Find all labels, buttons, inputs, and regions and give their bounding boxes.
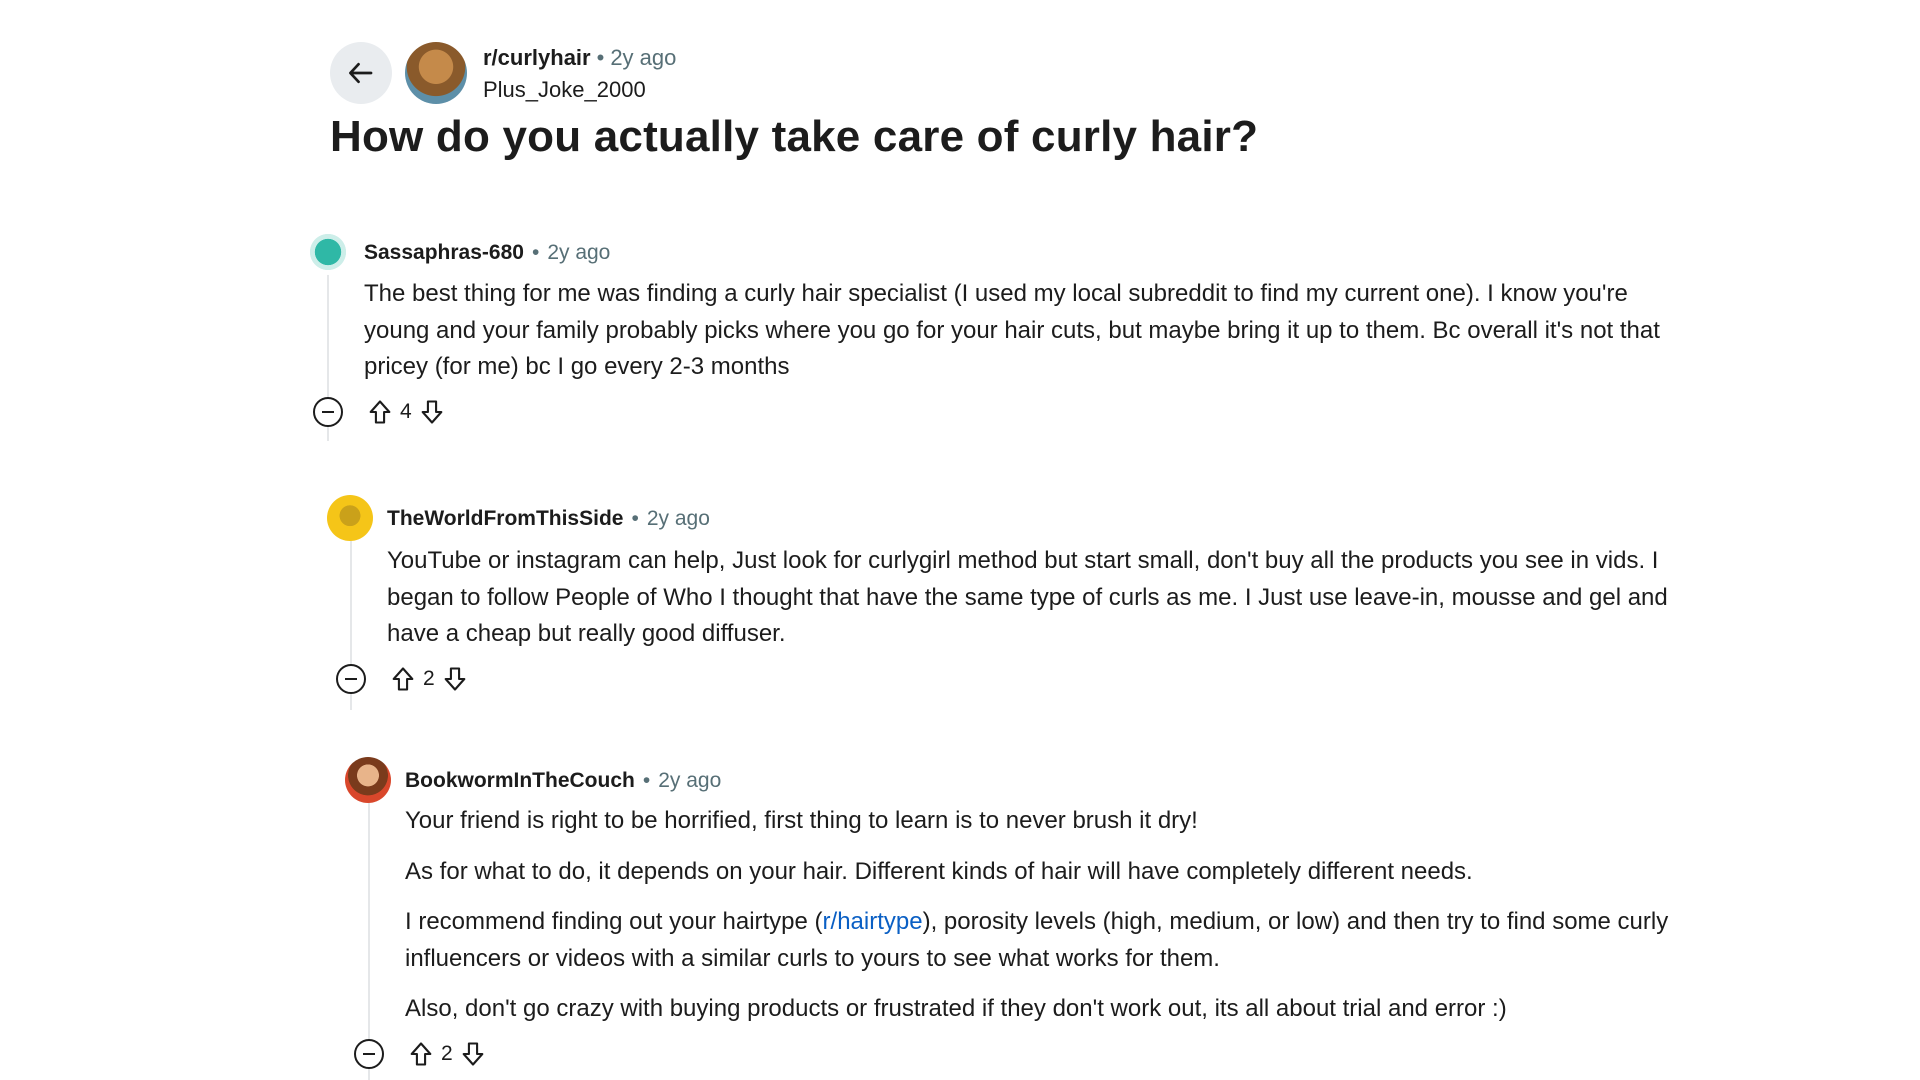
vote-score: 4 xyxy=(400,400,412,423)
comment-paragraph: Your friend is right to be horrified, fi… xyxy=(405,807,1198,834)
comment-header: BookwormInTheCouch • 2y ago xyxy=(405,769,721,793)
subreddit-link[interactable]: r/curlyhair xyxy=(483,45,591,71)
comment-body: The best thing for me was finding a curl… xyxy=(364,276,1664,400)
vote-score: 2 xyxy=(441,1042,453,1065)
post-age: 2y ago xyxy=(610,45,677,70)
comment-actions: 2 xyxy=(354,1039,487,1069)
comment-author[interactable]: TheWorldFromThisSide xyxy=(387,507,623,531)
avatar[interactable] xyxy=(305,229,351,275)
meta-separator: • xyxy=(596,45,605,70)
post-title: How do you actually take care of curly h… xyxy=(330,112,1259,161)
comment-age: 2y ago xyxy=(658,769,722,792)
comment-author[interactable]: Sassaphras-680 xyxy=(364,241,524,265)
comment-body: Your friend is right to be horrified, fi… xyxy=(405,803,1675,1042)
downvote-arrow-icon[interactable] xyxy=(418,398,446,426)
upvote-arrow-icon[interactable] xyxy=(407,1040,435,1068)
comment-text: YouTube or instagram can help, Just look… xyxy=(387,547,1668,647)
avatar[interactable] xyxy=(327,495,373,541)
vote-score: 2 xyxy=(423,667,435,690)
downvote-arrow-icon[interactable] xyxy=(441,665,469,693)
collapse-circle-minus-icon xyxy=(363,1053,375,1055)
collapse-button[interactable] xyxy=(336,664,366,694)
upvote-arrow-icon[interactable] xyxy=(389,665,417,693)
collapse-circle-minus-icon xyxy=(322,411,334,413)
vote-controls: 2 xyxy=(407,1040,487,1068)
thread-line[interactable] xyxy=(368,784,370,1080)
collapse-circle-minus-icon xyxy=(345,678,357,680)
upvote-arrow-icon[interactable] xyxy=(366,398,394,426)
meta-separator: • xyxy=(631,507,639,530)
meta-separator: • xyxy=(531,241,540,264)
subreddit-avatar[interactable] xyxy=(405,42,467,104)
post-meta: r/curlyhair • 2y ago xyxy=(483,45,676,71)
comment-paragraph: I recommend finding out your hairtype (r… xyxy=(405,904,1675,977)
comment-author[interactable]: BookwormInTheCouch xyxy=(405,769,635,793)
avatar[interactable] xyxy=(345,757,391,803)
vote-controls: 2 xyxy=(389,665,469,693)
paragraph-text: I recommend finding out your hairtype ( xyxy=(405,908,823,935)
comment-paragraph: As for what to do, it depends on your ha… xyxy=(405,857,1473,885)
post-author[interactable]: Plus_Joke_2000 xyxy=(483,77,646,103)
comment-paragraph: Also, don't go crazy with buying product… xyxy=(405,995,1507,1022)
comment-body: YouTube or instagram can help, Just look… xyxy=(387,543,1677,667)
vote-controls: 4 xyxy=(366,398,446,426)
meta-separator: • xyxy=(642,769,651,792)
collapse-button[interactable] xyxy=(313,397,343,427)
comment-age: 2y ago xyxy=(646,507,710,530)
comment-header: Sassaphras-680 • 2y ago xyxy=(364,241,610,265)
comment-header: TheWorldFromThisSide • 2y ago xyxy=(387,507,710,531)
comment-actions: 4 xyxy=(313,397,446,427)
collapse-button[interactable] xyxy=(354,1039,384,1069)
arrow-left-icon xyxy=(349,62,373,84)
comment-actions: 2 xyxy=(336,664,469,694)
back-button[interactable] xyxy=(330,42,392,104)
subreddit-link-hairtype[interactable]: r/hairtype xyxy=(823,908,923,935)
downvote-arrow-icon[interactable] xyxy=(459,1040,487,1068)
comment-text: The best thing for me was finding a curl… xyxy=(364,280,1660,380)
comment-age: 2y ago xyxy=(547,241,611,264)
